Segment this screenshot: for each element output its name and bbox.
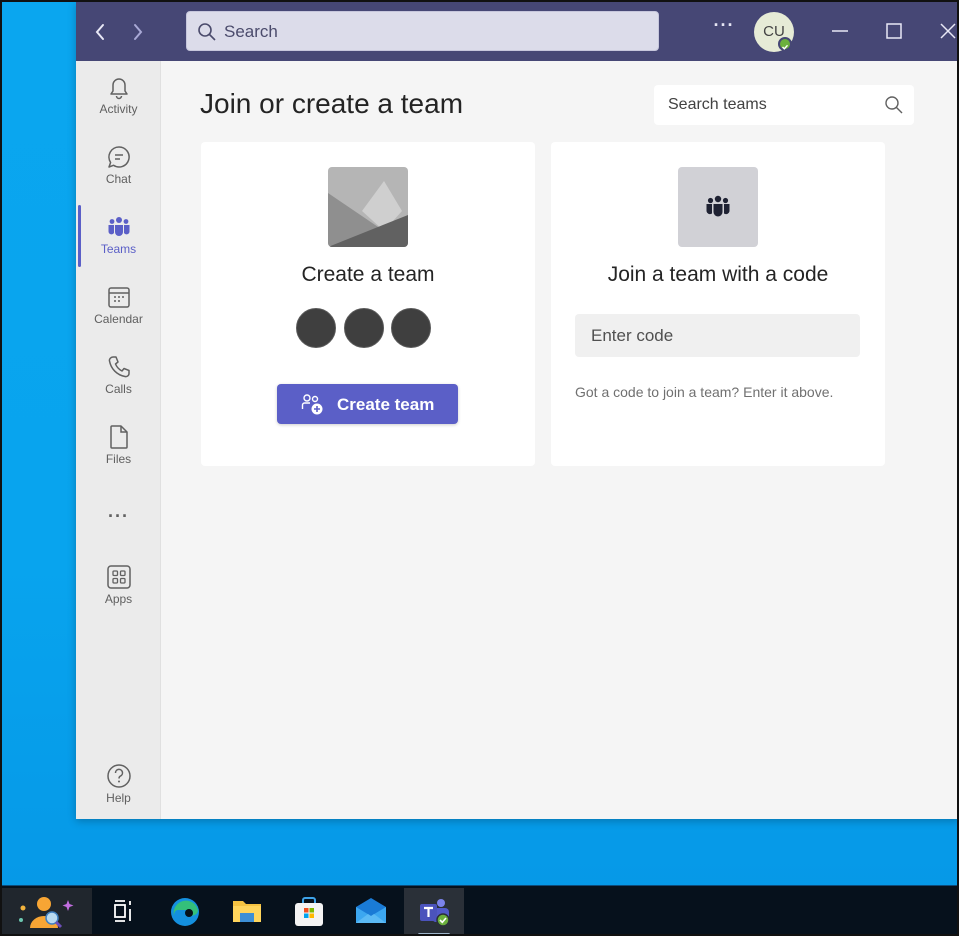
- image-placeholder-icon: [328, 167, 408, 247]
- file-icon: [109, 425, 128, 449]
- mail-icon: [356, 898, 386, 923]
- join-team-card: Join a team with a code Got a code to jo…: [551, 142, 885, 466]
- create-team-button[interactable]: Create team: [277, 384, 458, 424]
- search-teams-placeholder: Search teams: [668, 96, 767, 113]
- rail-item-label: Apps: [104, 592, 133, 606]
- more-options-button[interactable]: ···: [713, 16, 735, 40]
- phone-icon: [108, 356, 130, 378]
- rail-item-label: Activity: [99, 102, 138, 116]
- edge-icon: [171, 898, 199, 926]
- taskbar-file-explorer[interactable]: [217, 888, 277, 936]
- rail-item-calls[interactable]: Calls: [76, 354, 161, 416]
- task-view-icon: [114, 900, 131, 922]
- team-placeholder-image: [328, 167, 408, 247]
- rail-item-apps[interactable]: Apps: [76, 564, 161, 626]
- close-button[interactable]: [936, 19, 959, 43]
- join-team-image: [678, 167, 758, 247]
- page-title: Join or create a team: [200, 88, 464, 119]
- member-avatar: [391, 308, 431, 348]
- minimize-button[interactable]: [828, 19, 852, 43]
- search-placeholder: Search: [224, 22, 278, 41]
- global-search-input[interactable]: Search: [186, 11, 659, 51]
- search-icon: [198, 23, 216, 41]
- rail-item-teams[interactable]: Teams: [76, 214, 161, 276]
- rail-item-label: Teams: [100, 242, 137, 256]
- minimize-icon: [832, 30, 848, 32]
- search-teams-input[interactable]: Search teams: [654, 85, 914, 125]
- close-icon: [940, 23, 956, 39]
- rail-item-label: Files: [105, 452, 132, 466]
- teams-icon: [108, 217, 129, 236]
- chat-icon: [107, 146, 130, 168]
- bell-icon: [109, 78, 128, 100]
- rail-item-label: Calendar: [94, 312, 143, 326]
- store-icon: [295, 897, 323, 926]
- back-button[interactable]: [90, 20, 112, 44]
- member-avatars: [296, 308, 436, 350]
- member-avatar: [344, 308, 384, 348]
- help-icon: [106, 764, 131, 788]
- join-team-title: Join a team with a code: [607, 263, 829, 286]
- team-code-input[interactable]: [575, 314, 860, 357]
- join-hint-text: Got a code to join a team? Enter it abov…: [575, 384, 834, 400]
- title-bar: Search ··· CU: [76, 2, 959, 61]
- rail-item-label: Calls: [105, 382, 132, 396]
- rail-item-label: Help: [106, 791, 131, 805]
- create-team-card[interactable]: Create a team Create team: [201, 142, 535, 466]
- teams-app-icon: [420, 899, 450, 927]
- search-icon: [885, 96, 903, 114]
- more-apps-button[interactable]: ···: [76, 506, 161, 527]
- create-team-label: Create team: [337, 395, 435, 414]
- taskbar-mail[interactable]: [341, 888, 401, 936]
- rail-item-calendar[interactable]: Calendar: [76, 284, 161, 346]
- presence-badge: [778, 37, 792, 51]
- taskbar: [0, 885, 959, 936]
- maximize-button[interactable]: [882, 19, 906, 43]
- chevron-left-icon: [95, 24, 104, 40]
- app-bar: Activity Chat Teams Calendar Calls Files…: [76, 61, 161, 819]
- add-people-icon: [301, 394, 323, 415]
- taskbar-edge[interactable]: [155, 888, 215, 936]
- rail-item-files[interactable]: Files: [76, 424, 161, 486]
- taskbar-widgets[interactable]: [0, 888, 92, 936]
- create-team-title: Create a team: [301, 263, 435, 286]
- taskbar-task-view[interactable]: [92, 888, 152, 936]
- calendar-icon: [107, 287, 130, 308]
- teams-window: Search ··· CU Activity Chat Teams Calend…: [76, 2, 959, 819]
- widgets-icon: [19, 897, 74, 929]
- chevron-right-icon: [134, 24, 143, 40]
- taskbar-microsoft-store[interactable]: [279, 888, 339, 936]
- apps-icon: [106, 565, 131, 589]
- rail-item-chat[interactable]: Chat: [76, 144, 161, 206]
- member-avatar: [296, 308, 336, 348]
- main-content: Join or create a team Search teams Creat…: [161, 61, 959, 819]
- taskbar-teams[interactable]: [404, 888, 464, 936]
- maximize-icon: [886, 23, 902, 39]
- forward-button[interactable]: [126, 20, 148, 44]
- rail-item-activity[interactable]: Activity: [76, 74, 161, 136]
- folder-icon: [233, 901, 261, 922]
- teams-icon: [706, 195, 730, 217]
- rail-item-help[interactable]: Help: [76, 763, 161, 825]
- rail-item-label: Chat: [105, 172, 132, 186]
- checkmark-icon: [782, 44, 789, 50]
